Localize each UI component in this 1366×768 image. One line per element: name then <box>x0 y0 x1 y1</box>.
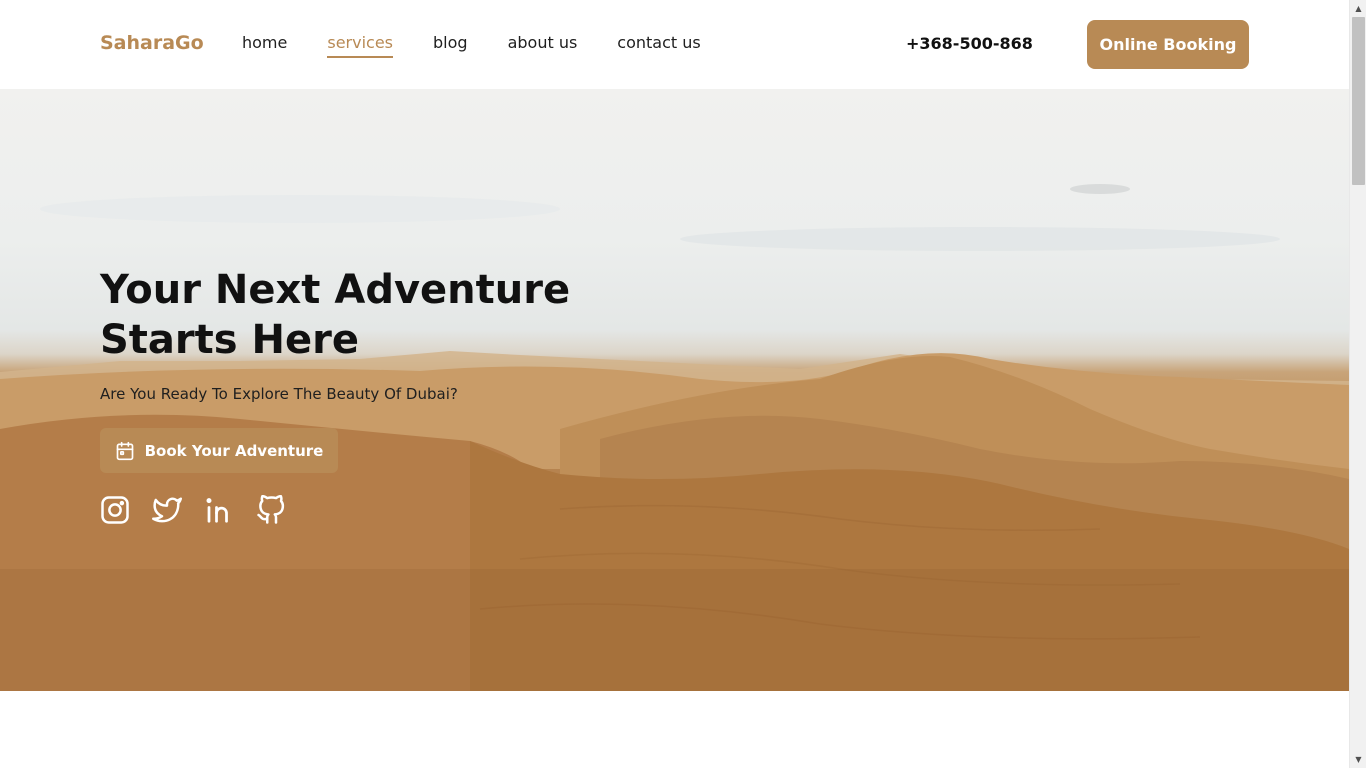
vertical-scrollbar[interactable]: ▲ ▼ <box>1349 0 1366 768</box>
scroll-up-arrow-icon[interactable]: ▲ <box>1350 0 1366 17</box>
hero-subtitle: Are You Ready To Explore The Beauty Of D… <box>100 385 458 403</box>
main-nav: home services blog about us contact us <box>242 33 741 58</box>
book-adventure-button[interactable]: Book Your Adventure <box>100 428 338 473</box>
nav-home[interactable]: home <box>242 33 287 58</box>
linkedin-icon[interactable] <box>204 495 234 525</box>
instagram-icon[interactable] <box>100 495 130 525</box>
hero-title: Your Next Adventure Starts Here <box>100 265 620 365</box>
phone-number[interactable]: +368-500-868 <box>906 34 1033 53</box>
nav-contact-us[interactable]: contact us <box>617 33 700 58</box>
nav-about-us[interactable]: about us <box>508 33 578 58</box>
twitter-icon[interactable] <box>152 495 182 525</box>
calendar-icon <box>115 441 135 461</box>
hero-title-line-2: Starts Here <box>100 317 359 363</box>
scrollbar-thumb[interactable] <box>1352 17 1365 185</box>
scroll-down-arrow-icon[interactable]: ▼ <box>1350 751 1366 768</box>
nav-services[interactable]: services <box>327 33 394 58</box>
nav-blog[interactable]: blog <box>433 33 468 58</box>
site-logo[interactable]: SaharaGo <box>100 32 204 54</box>
social-links <box>100 495 286 525</box>
page-viewport: SaharaGo home services blog about us con… <box>0 0 1349 768</box>
online-booking-button[interactable]: Online Booking <box>1087 20 1249 69</box>
hero-section: Your Next Adventure Starts Here Are You … <box>0 89 1349 691</box>
hero-title-line-1: Your Next Adventure <box>100 267 571 313</box>
site-header: SaharaGo home services blog about us con… <box>0 0 1349 89</box>
github-icon[interactable] <box>256 495 286 525</box>
book-adventure-label: Book Your Adventure <box>144 441 324 460</box>
